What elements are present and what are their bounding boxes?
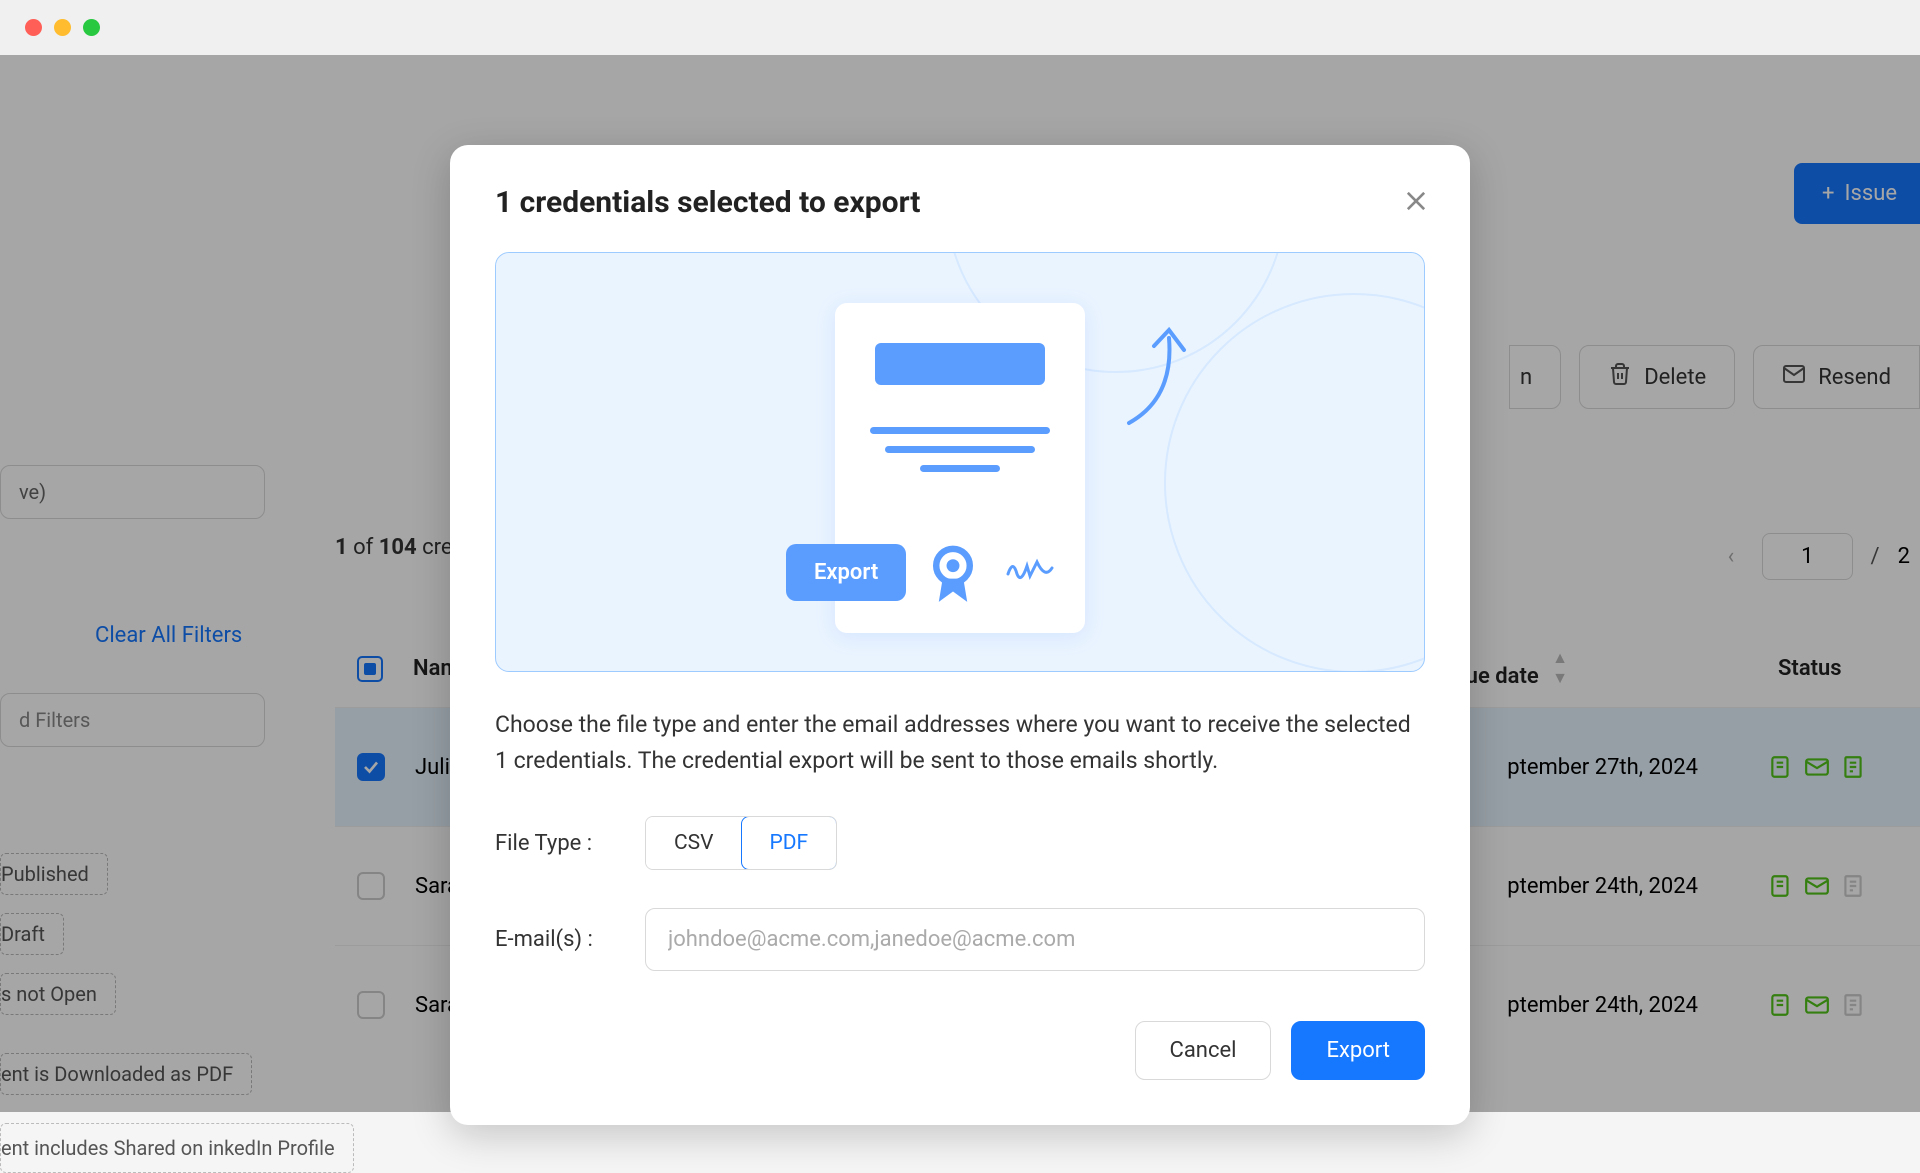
arrow-icon: [1114, 318, 1194, 432]
close-icon[interactable]: [1402, 187, 1430, 219]
export-modal: 1 credentials selected to export Export …: [450, 145, 1470, 1125]
window-titlebar: [0, 0, 1920, 55]
modal-title: 1 credentials selected to export: [495, 185, 1425, 220]
email-input[interactable]: [645, 908, 1425, 971]
window-minimize-icon[interactable]: [54, 19, 71, 36]
file-type-toggle: CSV PDF: [645, 816, 837, 870]
modal-hero-illustration: Export: [495, 252, 1425, 672]
file-type-pdf[interactable]: PDF: [741, 816, 838, 870]
file-type-csv[interactable]: CSV: [646, 817, 742, 869]
window-close-icon[interactable]: [25, 19, 42, 36]
hero-export-badge: Export: [786, 544, 906, 601]
email-row: E-mail(s) :: [495, 908, 1425, 971]
window-zoom-icon[interactable]: [83, 19, 100, 36]
file-type-row: File Type : CSV PDF: [495, 816, 1425, 870]
modal-description: Choose the file type and enter the email…: [495, 707, 1425, 778]
export-button[interactable]: Export: [1291, 1021, 1425, 1080]
email-label: E-mail(s) :: [495, 927, 620, 952]
filter-chip-linkedin[interactable]: ent includes Shared on inkedIn Profile: [0, 1123, 354, 1173]
cancel-button[interactable]: Cancel: [1135, 1021, 1272, 1080]
signature-icon: [1005, 554, 1055, 588]
ribbon-icon: [927, 545, 979, 611]
file-type-label: File Type :: [495, 831, 620, 856]
modal-actions: Cancel Export: [495, 1021, 1425, 1080]
